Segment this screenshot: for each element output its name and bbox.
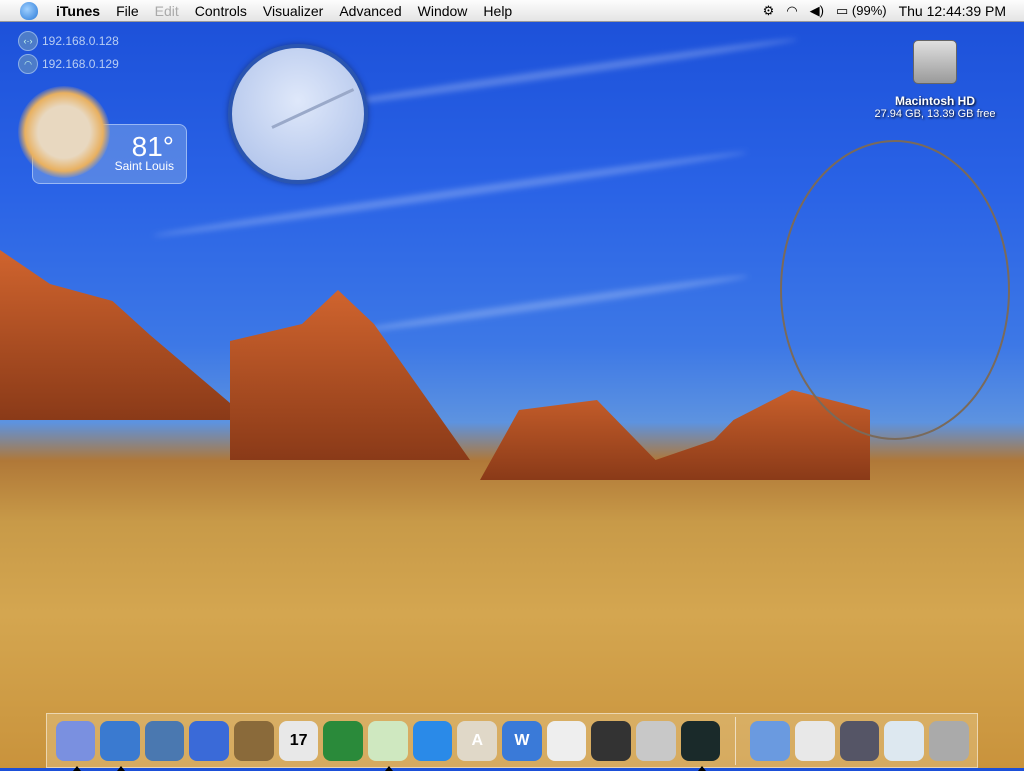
battery-percent: (99%) — [851, 3, 887, 18]
dock-separator — [734, 716, 736, 765]
dock-minimized-window-1-icon[interactable] — [794, 720, 835, 761]
red-rock — [0, 250, 250, 420]
ethernet-icon: ‹·› — [18, 31, 38, 51]
menu-app-itunes[interactable]: iTunes — [48, 0, 108, 22]
battery-plug-icon: ▭ — [835, 3, 849, 18]
running-indicator — [72, 765, 81, 771]
menu-window[interactable]: Window — [410, 0, 476, 22]
cloud — [351, 272, 749, 336]
dock-ichat-icon[interactable] — [189, 720, 230, 761]
dock-system-preferences-icon[interactable] — [636, 720, 676, 761]
dock-globe-icon[interactable] — [323, 720, 364, 761]
menu-bar: iTunes File Edit Controls Visualizer Adv… — [0, 0, 1024, 22]
menu-controls[interactable]: Controls — [187, 0, 255, 22]
running-indicator — [117, 765, 126, 771]
dock-finder-icon[interactable] — [55, 720, 96, 771]
dock-applications-folder-icon[interactable] — [750, 720, 790, 761]
dock-address-book-icon[interactable] — [234, 720, 274, 761]
dock-activity-monitor-icon[interactable] — [680, 720, 721, 771]
partly-sunny-icon — [18, 86, 110, 178]
volume-icon[interactable]: ◀) — [810, 3, 824, 19]
menu-file[interactable]: File — [108, 0, 147, 22]
dock-minimized-window-3-icon[interactable] — [884, 720, 924, 761]
ip-ethernet: 192.168.0.128 — [42, 34, 119, 48]
dock-font-book-icon[interactable]: A — [457, 720, 498, 761]
dock-trash-icon[interactable] — [928, 720, 969, 761]
ip-wifi: 192.168.0.129 — [42, 57, 119, 71]
dock-safari-icon[interactable] — [100, 720, 140, 771]
battery-status[interactable]: ▭ (99%) — [836, 3, 887, 19]
hd-name: Macintosh HD — [894, 94, 975, 108]
macintosh-hd-icon[interactable]: Macintosh HD 27.94 GB, 13.39 GB free — [872, 40, 998, 120]
dock-sherlock-icon[interactable] — [591, 720, 632, 761]
wifi-icon[interactable]: ◠ — [786, 3, 797, 19]
menu-visualizer[interactable]: Visualizer — [255, 0, 331, 22]
menu-advanced[interactable]: Advanced — [331, 0, 409, 22]
clock-hand — [271, 88, 355, 129]
cloud — [152, 148, 748, 240]
running-indicator — [385, 765, 394, 771]
cloud — [301, 35, 799, 113]
ip-widget-wifi[interactable]: ◠ 192.168.0.129 — [18, 54, 119, 74]
dock-preview-icon[interactable] — [144, 720, 185, 761]
menu-clock[interactable]: Thu 12:44:39 PM — [899, 3, 1006, 19]
wifi-icon: ◠ — [18, 54, 38, 74]
dock: 17 A W — [46, 713, 978, 771]
hd-info: 27.94 GB, 13.39 GB free — [874, 108, 996, 120]
hard-drive-icon — [913, 40, 957, 84]
clock-widget[interactable] — [228, 44, 368, 184]
dock-quicktime-icon[interactable] — [412, 720, 453, 761]
apple-menu-icon[interactable] — [20, 1, 38, 20]
dock-word-icon[interactable]: W — [502, 720, 542, 761]
dock-icon-label: A — [471, 731, 484, 749]
menu-help[interactable]: Help — [475, 0, 520, 22]
dock-textedit-icon[interactable] — [546, 720, 587, 761]
running-indicator — [697, 765, 706, 771]
menu-edit[interactable]: Edit — [147, 0, 187, 22]
dock-minimized-window-2-icon[interactable] — [839, 720, 880, 761]
dock-icon-label: W — [514, 731, 530, 749]
weather-city: Saint Louis — [114, 159, 174, 173]
dock-icon-label: 17 — [289, 731, 308, 749]
red-rock — [230, 290, 470, 460]
dock-itunes-icon[interactable] — [368, 720, 408, 771]
gear-icon[interactable]: ⚙ — [763, 3, 775, 19]
red-rock — [480, 390, 870, 480]
dock-ical-icon[interactable]: 17 — [278, 720, 319, 761]
ip-widget-ethernet[interactable]: ‹·› 192.168.0.128 — [18, 31, 119, 51]
bare-tree — [780, 140, 1010, 440]
